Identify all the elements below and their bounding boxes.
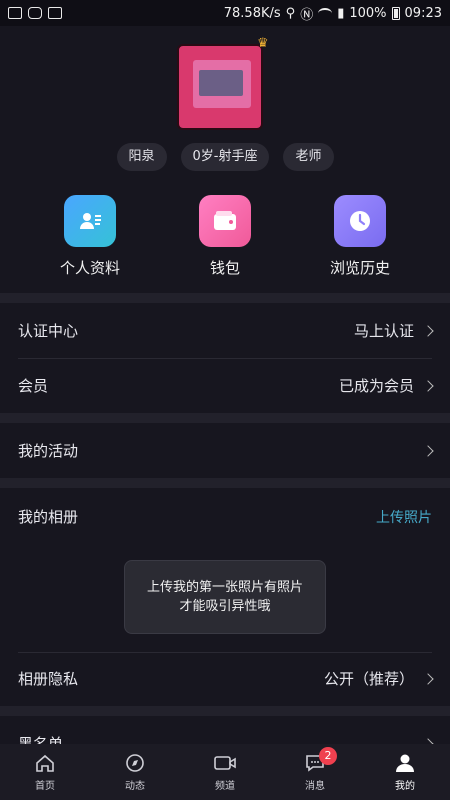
clock-time: 09:23: [404, 5, 442, 21]
profile-card-icon: [64, 195, 116, 247]
gallery-icon: [8, 7, 22, 19]
unread-badge: 2: [319, 747, 337, 765]
row-label: 认证中心: [18, 322, 79, 340]
crown-icon: ♛: [257, 36, 269, 51]
tab-label: 我的: [395, 780, 415, 792]
row-vip[interactable]: 会员 已成为会员: [0, 358, 450, 413]
chevron-right-icon: [422, 444, 434, 457]
network-speed: 78.58K/s: [223, 5, 281, 21]
location-icon: ⚲: [285, 5, 296, 21]
status-left-icons: [8, 7, 62, 19]
tab-label: 频道: [215, 780, 235, 792]
tag-age-zodiac: 0岁-射手座: [180, 143, 270, 171]
shortcut-label: 浏览历史: [329, 259, 390, 277]
section-divider: [0, 293, 450, 303]
user-icon: [394, 753, 416, 773]
tab-mine[interactable]: 我的: [360, 744, 450, 800]
row-my-activity[interactable]: 我的活动: [0, 423, 450, 478]
app-icon: [28, 7, 42, 19]
row-label: 会员: [18, 377, 49, 395]
tab-feed[interactable]: 动态: [90, 744, 180, 800]
tab-home[interactable]: 首页: [0, 744, 90, 800]
row-right: 公开（推荐）: [323, 668, 434, 689]
toast-line: 上传我的第一张照片有照片: [146, 580, 303, 595]
shortcut-label: 钱包: [209, 259, 240, 277]
tab-messages[interactable]: 2 消息: [270, 744, 360, 800]
tab-label: 消息: [305, 780, 325, 792]
avatar-container[interactable]: ♛: [177, 37, 269, 130]
tab-channel[interactable]: 频道: [180, 744, 270, 800]
compass-icon: [124, 753, 146, 773]
chevron-right-icon: [422, 672, 434, 685]
row-right: 已成为会员: [338, 375, 434, 396]
shortcut-profile[interactable]: 个人资料: [35, 195, 145, 278]
tab-label: 首页: [35, 780, 55, 792]
row-my-album: 我的相册 上传照片: [0, 489, 450, 544]
shortcut-label: 个人资料: [59, 259, 120, 277]
row-album-privacy[interactable]: 相册隐私 公开（推荐）: [0, 651, 450, 706]
video-icon: [214, 753, 236, 773]
chevron-right-icon: [422, 379, 434, 392]
profile-tags: 阳泉 0岁-射手座 老师: [0, 143, 450, 171]
nfc-icon: Ⓝ: [300, 7, 314, 23]
upload-photo-link[interactable]: 上传照片: [376, 507, 432, 527]
status-right: 78.58K/s ⚲ Ⓝ ▮ 100% 09:23: [224, 4, 442, 23]
section-divider: [0, 706, 450, 716]
shortcut-wallet[interactable]: 钱包: [170, 195, 280, 278]
activity-icon: [48, 7, 62, 19]
tag-occupation: 老师: [283, 143, 334, 171]
row-right: 马上认证: [353, 320, 434, 341]
bottom-tab-bar: 首页 动态 频道 2 消息 我的: [0, 744, 450, 800]
row-label: 相册隐私: [18, 670, 79, 688]
row-label: 我的活动: [18, 442, 79, 460]
tab-label: 动态: [125, 780, 145, 792]
toast-line: 才能吸引异性哦: [179, 599, 271, 614]
row-value: 已成为会员: [338, 377, 414, 395]
section-divider: [0, 478, 450, 488]
row-cert-center[interactable]: 认证中心 马上认证: [0, 303, 450, 358]
section-divider: [0, 413, 450, 423]
home-icon: [34, 753, 56, 773]
row-label: 我的相册: [18, 508, 79, 526]
shortcut-history[interactable]: 浏览历史: [305, 195, 415, 278]
avatar-image-part: [199, 70, 243, 96]
status-bar: 78.58K/s ⚲ Ⓝ ▮ 100% 09:23: [0, 0, 450, 26]
row-value: 马上认证: [353, 322, 414, 340]
wallet-icon: [199, 195, 251, 247]
wifi-icon: [318, 7, 333, 19]
upload-hint-toast: 上传我的第一张照片有照片 才能吸引异性哦: [124, 560, 326, 634]
battery-icon: [391, 6, 400, 20]
row-right: [422, 444, 434, 457]
avatar[interactable]: [177, 44, 263, 130]
clock-icon: [334, 195, 386, 247]
row-value: 公开（推荐）: [323, 670, 414, 688]
tag-city: 阳泉: [116, 143, 167, 171]
battery-percent: 100%: [349, 5, 387, 21]
signal-icon: ▮: [337, 5, 345, 21]
chevron-right-icon: [422, 324, 434, 337]
